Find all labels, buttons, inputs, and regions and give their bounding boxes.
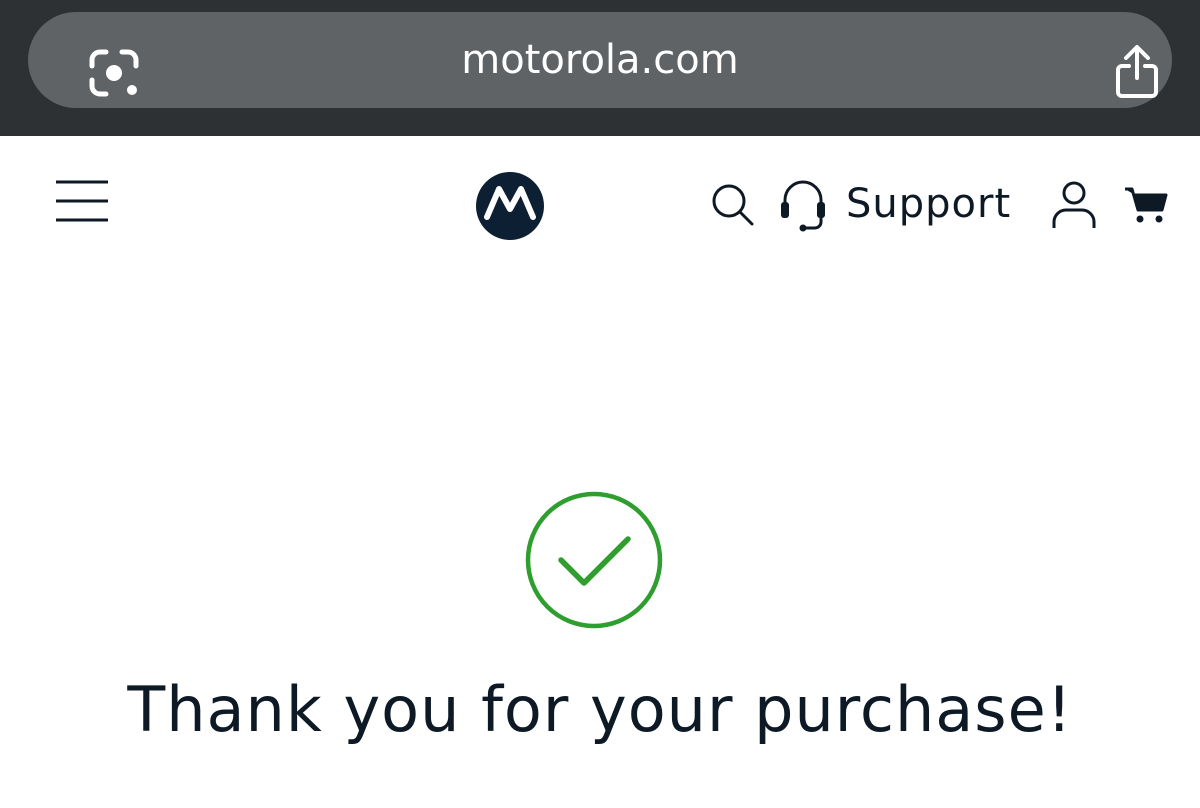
lens-icon[interactable]: [88, 48, 140, 98]
page-title: Thank you for your purchase!: [127, 673, 1073, 746]
site-header: Support: [0, 136, 1200, 276]
hamburger-menu-icon[interactable]: [54, 178, 110, 224]
account-icon[interactable]: [1050, 180, 1098, 230]
search-icon[interactable]: [710, 182, 756, 228]
cart-icon[interactable]: [1124, 184, 1168, 224]
url-text[interactable]: motorola.com: [28, 12, 1172, 108]
address-bar[interactable]: motorola.com: [28, 12, 1172, 108]
browser-toolbar: motorola.com: [0, 0, 1200, 136]
share-icon[interactable]: [1114, 44, 1160, 100]
checkmark-circle-icon: [525, 491, 663, 629]
support-link[interactable]: Support: [846, 174, 1011, 234]
motorola-logo[interactable]: [475, 171, 545, 241]
headset-icon[interactable]: [778, 178, 828, 232]
